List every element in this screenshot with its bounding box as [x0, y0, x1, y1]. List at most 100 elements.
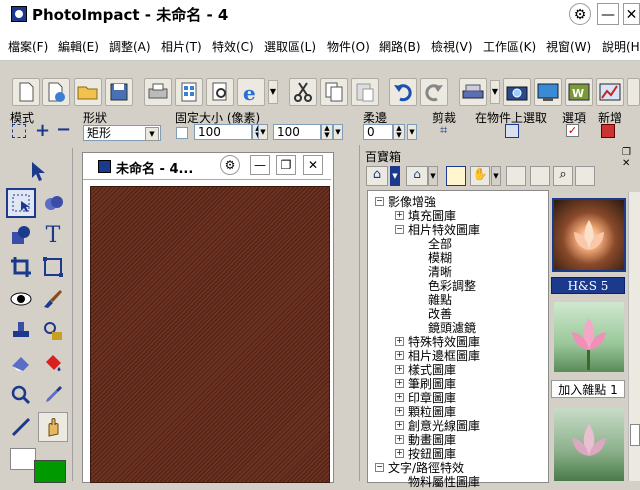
height-dropdown[interactable]: ▼	[333, 124, 343, 140]
gallery-manager-icon[interactable]: ⌂	[406, 166, 428, 186]
menu-photo[interactable]: 相片(T)	[161, 38, 202, 55]
red-eye-tool-icon[interactable]	[6, 284, 36, 314]
tree-expand-icon[interactable]: +	[395, 351, 404, 360]
tree-node[interactable]: 物料屬性圖庫	[408, 473, 480, 490]
transform-tool-icon[interactable]	[38, 252, 68, 282]
save-icon[interactable]	[105, 78, 133, 106]
paste-icon[interactable]	[351, 78, 379, 106]
background-color-swatch[interactable]	[34, 460, 66, 483]
internet-explorer-icon[interactable]: e	[237, 78, 265, 106]
menu-view[interactable]: 檢視(V)	[431, 38, 473, 55]
soft-edge-dropdown[interactable]: ▼	[407, 124, 417, 140]
tree-expand-icon[interactable]: +	[395, 393, 404, 402]
new-web-page-icon[interactable]	[42, 78, 70, 106]
tree-collapse-icon[interactable]: −	[395, 225, 404, 234]
fill-tool-icon[interactable]	[38, 348, 68, 378]
gallery-manager-dropdown-icon[interactable]: ▼	[428, 166, 438, 186]
cut-icon[interactable]	[289, 78, 317, 106]
selection-mode-icon[interactable]	[12, 124, 26, 138]
tree-view-icon[interactable]	[446, 166, 466, 186]
browser-dropdown-icon[interactable]: ▼	[268, 80, 278, 104]
thumbnail-add-noise[interactable]	[554, 302, 624, 372]
subtract-mode-icon[interactable]: −	[56, 119, 71, 140]
copy-item-icon[interactable]	[575, 166, 595, 186]
height-spinner[interactable]: ▲ ▼	[321, 124, 333, 140]
menu-web[interactable]: 網路(B)	[379, 38, 421, 55]
tree-expand-icon[interactable]: +	[395, 407, 404, 416]
print-preview-icon[interactable]	[206, 78, 234, 106]
menu-workspace[interactable]: 工作區(K)	[483, 38, 536, 55]
tree-expand-icon[interactable]: +	[395, 211, 404, 220]
image-view-icon[interactable]	[530, 166, 550, 186]
document-options-icon[interactable]: ⚙	[220, 155, 240, 175]
gallery-dropdown-icon[interactable]: ▼	[390, 166, 400, 186]
fixed-size-checkbox[interactable]	[176, 127, 188, 139]
document-close-button[interactable]: ✕	[303, 155, 323, 175]
document-minimize-button[interactable]: —	[250, 155, 270, 175]
document-restore-button[interactable]: ❐	[276, 155, 296, 175]
width-field[interactable]: 100	[194, 124, 252, 140]
shape-tool-icon[interactable]	[6, 220, 36, 250]
text-tool-icon[interactable]: T	[38, 220, 68, 250]
menu-edit[interactable]: 編輯(E)	[58, 38, 99, 55]
copy-icon[interactable]	[320, 78, 348, 106]
list-view-icon[interactable]	[506, 166, 526, 186]
more-tools-icon[interactable]	[627, 78, 640, 106]
image-capture-icon[interactable]	[534, 78, 562, 106]
add-mode-icon[interactable]: +	[35, 120, 50, 141]
height-field[interactable]: 100	[273, 124, 321, 140]
standard-selection-tool-icon[interactable]	[6, 188, 36, 218]
search-icon[interactable]: ⌕	[553, 166, 573, 186]
soft-edge-field[interactable]: 0	[363, 124, 393, 140]
tree-expand-icon[interactable]: +	[395, 435, 404, 444]
menu-selection[interactable]: 選取區(L)	[264, 38, 316, 55]
pick-tool-icon[interactable]	[22, 156, 52, 186]
scrollbar-thumb[interactable]	[630, 424, 640, 446]
new-selection-icon[interactable]	[601, 124, 615, 138]
web-image-icon[interactable]: W	[565, 78, 593, 106]
print-layout-icon[interactable]	[175, 78, 203, 106]
tree-expand-icon[interactable]: +	[395, 421, 404, 430]
zoom-tool-icon[interactable]	[6, 380, 36, 410]
shape-select[interactable]: 矩形 ▼	[83, 125, 161, 141]
foreground-color-swatch[interactable]	[10, 448, 36, 470]
gallery-home-icon[interactable]: ⌂	[366, 166, 388, 186]
menu-window[interactable]: 視窗(W)	[546, 38, 591, 55]
hand-tool-icon[interactable]	[38, 412, 68, 442]
minimize-button[interactable]: —	[597, 3, 619, 25]
tree-collapse-icon[interactable]: −	[375, 197, 384, 206]
tree-expand-icon[interactable]: +	[395, 365, 404, 374]
redo-icon[interactable]	[420, 78, 448, 106]
menu-adjust[interactable]: 調整(A)	[109, 38, 151, 55]
tree-expand-icon[interactable]: +	[395, 337, 404, 346]
crop-tool-icon[interactable]	[6, 252, 36, 282]
path-tool-icon[interactable]	[6, 412, 36, 442]
scanner-icon[interactable]	[459, 78, 487, 106]
crop-icon[interactable]: ⌗	[440, 123, 447, 138]
menu-effect[interactable]: 特效(C)	[212, 38, 254, 55]
stamp-tool-icon[interactable]	[6, 316, 36, 346]
menu-help[interactable]: 說明(H)	[602, 38, 640, 55]
eyedropper-tool-icon[interactable]	[38, 380, 68, 410]
options-icon[interactable]: ⚙	[569, 3, 591, 25]
options-checkbox-icon[interactable]: ✓	[566, 124, 579, 137]
tree-expand-icon[interactable]: +	[395, 449, 404, 458]
tree-expand-icon[interactable]: +	[395, 379, 404, 388]
eraser-tool-icon[interactable]	[6, 348, 36, 378]
hand-drag-icon[interactable]: ✋	[470, 166, 490, 186]
thumbnail-scrollbar[interactable]	[628, 192, 640, 481]
soft-edge-spinner[interactable]: ▲ ▼	[393, 124, 405, 140]
clone-tool-icon[interactable]	[38, 316, 68, 346]
thumbnail-third[interactable]	[554, 408, 624, 481]
camera-icon[interactable]	[503, 78, 531, 106]
open-folder-icon[interactable]	[74, 78, 102, 106]
undo-icon[interactable]	[389, 78, 417, 106]
print-icon[interactable]	[144, 78, 172, 106]
close-button[interactable]: ✕	[623, 3, 640, 25]
select-on-object-icon[interactable]	[505, 124, 519, 138]
hand-drag-dropdown-icon[interactable]: ▼	[491, 166, 501, 186]
tree-collapse-icon[interactable]: −	[375, 463, 384, 472]
paintbrush-tool-icon[interactable]	[38, 284, 68, 314]
image-canvas[interactable]	[90, 186, 330, 483]
lasso-tool-icon[interactable]	[38, 188, 68, 218]
